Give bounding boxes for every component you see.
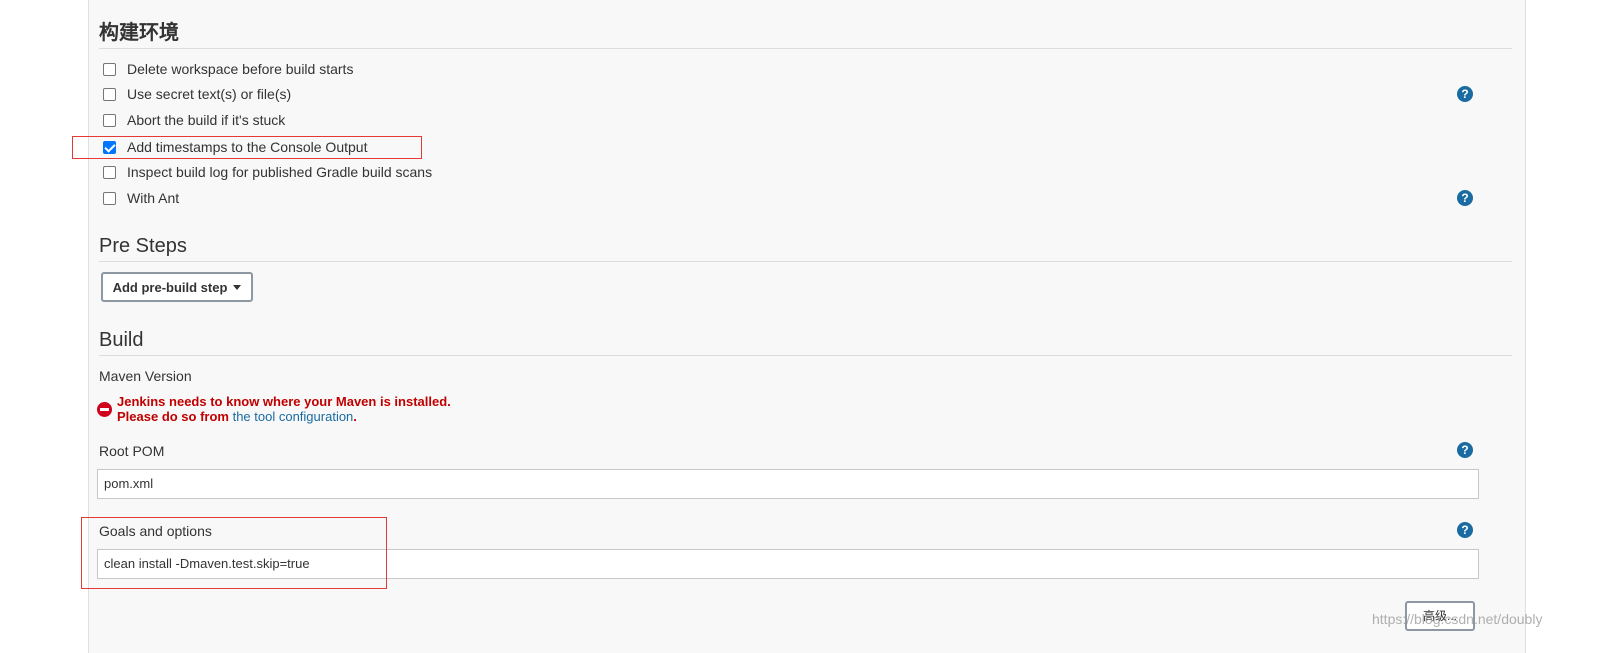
button-label: Add pre-build step bbox=[112, 279, 228, 295]
highlight-box-timestamps bbox=[72, 136, 422, 159]
checkbox[interactable] bbox=[103, 165, 116, 179]
option-abort-if-stuck[interactable]: Abort the build if it's stuck bbox=[103, 109, 285, 131]
help-icon[interactable]: ? bbox=[1457, 86, 1473, 102]
error-icon bbox=[97, 402, 112, 417]
help-icon[interactable]: ? bbox=[1457, 190, 1473, 206]
checkbox[interactable] bbox=[103, 87, 116, 101]
checkbox[interactable] bbox=[103, 62, 116, 76]
maven-error-message: Jenkins needs to know where your Maven i… bbox=[97, 394, 451, 424]
add-pre-build-step-button[interactable]: Add pre-build step bbox=[101, 272, 253, 302]
option-label: Delete workspace before build starts bbox=[127, 61, 354, 77]
tool-configuration-link[interactable]: the tool configuration bbox=[233, 409, 354, 424]
option-label: Inspect build log for published Gradle b… bbox=[127, 164, 433, 180]
option-with-ant[interactable]: With Ant bbox=[103, 187, 179, 209]
option-label: With Ant bbox=[127, 190, 180, 206]
caret-down-icon bbox=[233, 284, 242, 290]
root-pom-label: Root POM bbox=[99, 443, 165, 459]
section-title-build: Build bbox=[99, 327, 1512, 356]
option-delete-workspace[interactable]: Delete workspace before build starts bbox=[103, 58, 353, 80]
error-line-2-prefix: Please do so from bbox=[117, 409, 233, 424]
checkbox[interactable] bbox=[103, 191, 116, 205]
option-gradle-build-scans[interactable]: Inspect build log for published Gradle b… bbox=[103, 161, 432, 183]
section-title-pre-steps: Pre Steps bbox=[99, 233, 1512, 262]
watermark: https://blog.csdn.net/doubly bbox=[1372, 611, 1543, 627]
option-label: Abort the build if it's stuck bbox=[127, 112, 286, 128]
option-secret-text[interactable]: Use secret text(s) or file(s) bbox=[103, 83, 291, 105]
checkbox[interactable] bbox=[103, 113, 116, 127]
section-title-build-environment: 构建环境 bbox=[99, 20, 1512, 49]
highlight-box-goals bbox=[81, 517, 387, 589]
maven-version-label: Maven Version bbox=[99, 368, 192, 384]
root-pom-input[interactable]: pom.xml bbox=[97, 469, 1479, 499]
help-icon[interactable]: ? bbox=[1457, 522, 1473, 538]
error-line-2-suffix: . bbox=[353, 409, 357, 424]
option-label: Use secret text(s) or file(s) bbox=[127, 86, 292, 102]
help-icon[interactable]: ? bbox=[1457, 442, 1473, 458]
error-line-1: Jenkins needs to know where your Maven i… bbox=[117, 394, 451, 409]
